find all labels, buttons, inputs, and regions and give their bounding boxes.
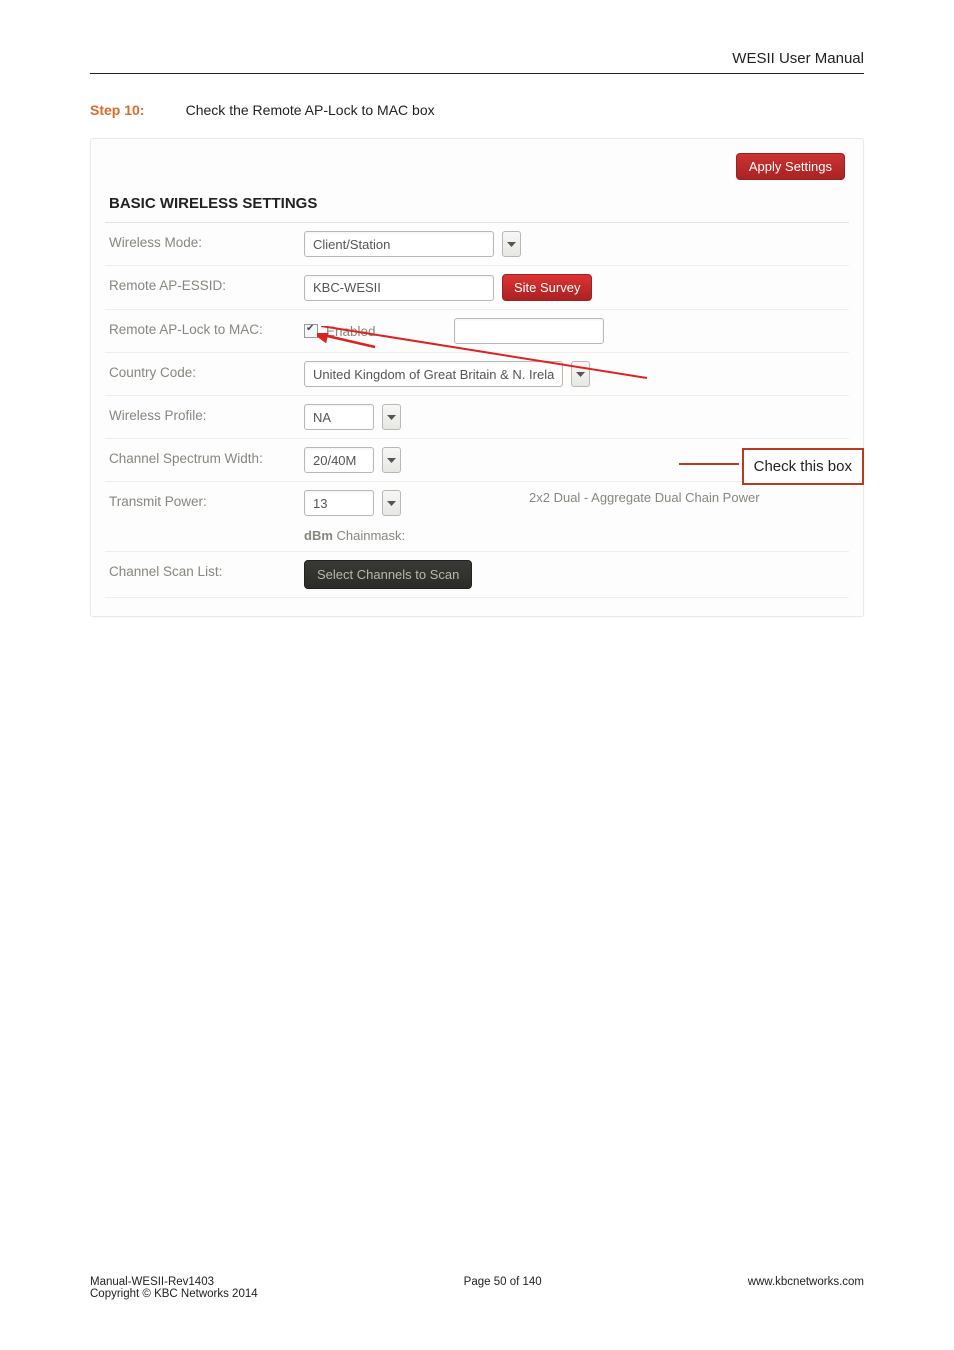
chevron-down-icon[interactable] — [382, 404, 401, 430]
dropdown-text-tx: 13 — [305, 496, 349, 511]
dropdown-text-country: United Kingdom of Great Britain & N. Ire… — [305, 367, 562, 382]
dropdown-wireless-mode[interactable]: Client/Station — [304, 231, 494, 257]
dropdown-country-code[interactable]: United Kingdom of Great Britain & N. Ire… — [304, 361, 563, 387]
step-row: Step 10: Check the Remote AP-Lock to MAC… — [90, 102, 864, 118]
dropdown-text-wireless-mode: Client/Station — [305, 237, 398, 252]
label-scan-list: Channel Scan List: — [109, 560, 304, 579]
chevron-down-icon[interactable] — [502, 231, 521, 257]
chevron-down-icon[interactable] — [571, 361, 590, 387]
dropdown-tx-power[interactable]: 13 — [304, 490, 374, 516]
footer-center: Page 50 of 140 — [464, 1276, 542, 1300]
label-wireless-mode: Wireless Mode: — [109, 231, 304, 250]
header-doc-title: WESII User Manual — [90, 50, 864, 74]
input-remote-lock-mac[interactable] — [454, 318, 604, 344]
label-remote-essid: Remote AP-ESSID: — [109, 274, 304, 293]
apply-settings-button[interactable]: Apply Settings — [736, 153, 845, 180]
dropdown-chan-width[interactable]: 20/40M — [304, 447, 374, 473]
step-desc: Check the Remote AP-Lock to MAC box — [186, 102, 435, 118]
label-remote-lock: Remote AP-Lock to MAC: — [109, 318, 304, 337]
label-wireless-profile: Wireless Profile: — [109, 404, 304, 423]
chevron-down-icon[interactable] — [382, 447, 401, 473]
tx-power-right-text: 2x2 Dual - Aggregate Dual Chain Power — [529, 490, 760, 505]
dropdown-text-width: 20/40M — [305, 453, 364, 468]
dropdown-text-profile: NA — [305, 410, 353, 425]
chevron-down-icon[interactable] — [382, 490, 401, 516]
page-footer: Manual-WESII-Rev1403 Copyright © KBC Net… — [90, 1276, 864, 1300]
step-label: Step 10: — [90, 102, 182, 118]
footer-left-1: Manual-WESII-Rev1403 — [90, 1276, 258, 1288]
label-country-code: Country Code: — [109, 361, 304, 380]
select-channels-button[interactable]: Select Channels to Scan — [304, 560, 472, 589]
site-survey-button[interactable]: Site Survey — [502, 274, 592, 301]
footer-right: www.kbcnetworks.com — [748, 1276, 864, 1300]
checkbox-remote-lock[interactable] — [304, 324, 318, 338]
tx-power-chainmask: Chainmask: — [337, 528, 406, 543]
callout-check-this-box: Check this box — [742, 448, 864, 485]
label-chan-width: Channel Spectrum Width: — [109, 447, 304, 466]
footer-left-2: Copyright © KBC Networks 2014 — [90, 1288, 258, 1300]
settings-screenshot: Apply Settings BASIC WIRELESS SETTINGS W… — [90, 138, 864, 617]
enabled-text: Enabled — [326, 324, 376, 339]
dropdown-wireless-profile[interactable]: NA — [304, 404, 374, 430]
input-remote-essid[interactable] — [304, 275, 494, 301]
tx-power-dbm: dBm — [304, 528, 333, 543]
label-tx-power: Transmit Power: — [109, 490, 304, 509]
